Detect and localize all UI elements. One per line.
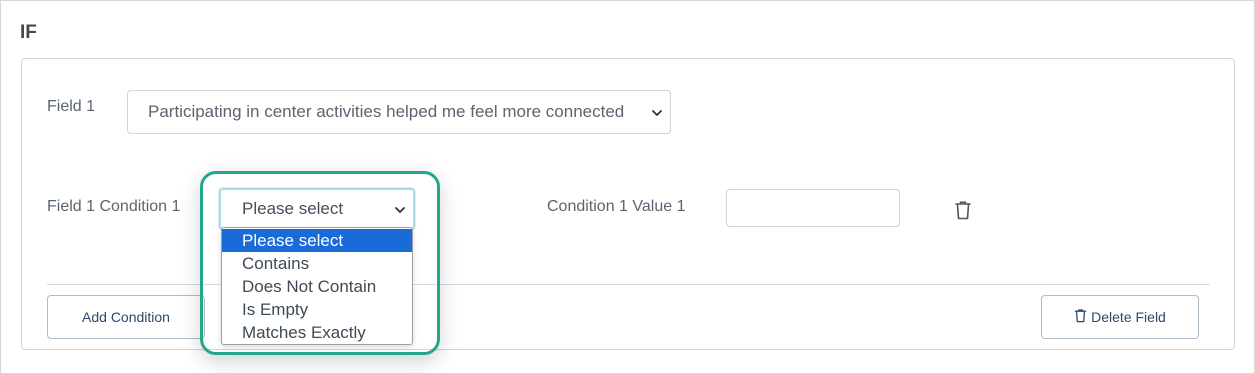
- add-condition-button[interactable]: Add Condition: [47, 295, 205, 339]
- field-1-condition-1-label: Field 1 Condition 1: [47, 198, 181, 215]
- trash-icon[interactable]: [954, 200, 976, 224]
- condition-select-value: Please select: [242, 199, 344, 218]
- field-1-select-value: Participating in center activities helpe…: [148, 102, 625, 121]
- add-condition-label: Add Condition: [82, 309, 170, 325]
- condition-1-value-1-label: Condition 1 Value 1: [547, 198, 686, 215]
- chevron-down-icon: [650, 105, 664, 119]
- delete-field-label: Delete Field: [1091, 309, 1166, 325]
- dropdown-option[interactable]: Please select: [222, 229, 412, 252]
- trash-icon: [1074, 308, 1087, 326]
- dropdown-option[interactable]: Does Not Contain: [222, 275, 412, 298]
- dropdown-option[interactable]: Contains: [222, 252, 412, 275]
- condition-value-input[interactable]: [726, 189, 900, 227]
- condition-select[interactable]: Please select: [219, 188, 415, 230]
- dropdown-option[interactable]: Is Empty: [222, 298, 412, 321]
- field-1-label: Field 1: [47, 98, 96, 115]
- dropdown-option[interactable]: Matches Exactly: [222, 321, 412, 344]
- chevron-down-icon: [393, 202, 407, 216]
- field-1-select[interactable]: Participating in center activities helpe…: [127, 90, 671, 134]
- delete-field-button[interactable]: Delete Field: [1041, 295, 1199, 339]
- condition-dropdown-list: Please select Contains Does Not Contain …: [221, 227, 413, 345]
- section-title: IF: [20, 22, 37, 43]
